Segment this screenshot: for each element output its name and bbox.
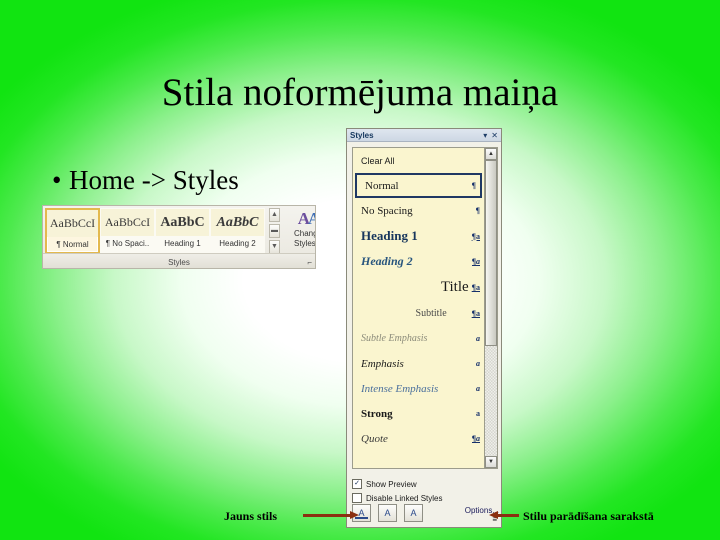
ribbon-group-label: Styles [168, 258, 190, 267]
character-mark-icon: a [476, 359, 480, 368]
style-item-intense-emphasis[interactable]: Intense Emphasis a [353, 376, 484, 401]
scrollbar-track[interactable] [485, 160, 497, 456]
paragraph-mark-icon: ¶ [471, 181, 476, 190]
style-item-heading-1[interactable]: Heading 1 ¶a [353, 223, 484, 249]
style-label: Emphasis [361, 357, 404, 370]
task-pane-options: ✓ Show Preview Disable Linked Styles [352, 477, 498, 505]
style-label: No Spacing [361, 204, 413, 217]
style-item-subtle-emphasis[interactable]: Subtle Emphasis a [353, 326, 484, 351]
annotation-new-style: Jauns stils [224, 509, 278, 523]
style-item-title[interactable]: Title ¶a [353, 274, 484, 301]
linked-style-mark-icon: ¶a [471, 231, 480, 241]
style-item-emphasis[interactable]: Emphasis a [353, 351, 484, 376]
chevron-down-icon[interactable]: ▼ [269, 240, 280, 254]
gallery-scroll-mid-icon[interactable]: ▬ [269, 224, 280, 238]
close-icon[interactable]: ✕ [491, 131, 498, 140]
style-label: Heading 2 [361, 254, 413, 268]
manage-styles-icon: A [410, 508, 417, 518]
page-title: Stila noformējuma maiņa [161, 71, 559, 114]
style-label: Normal [365, 179, 399, 192]
change-styles-icon: AA [297, 209, 315, 228]
style-item-strong[interactable]: Strong a [353, 401, 484, 426]
task-pane-titlebar: Styles ▾ ✕ [347, 129, 501, 142]
style-label: Subtle Emphasis [361, 333, 428, 344]
style-item-clear-all[interactable]: Clear All [353, 148, 484, 173]
chevron-up-icon[interactable]: ▲ [269, 208, 280, 222]
style-inspector-button[interactable]: A [378, 504, 397, 522]
gallery-label-heading-2: Heading 2 [219, 239, 256, 248]
styles-task-pane: Styles ▾ ✕ Clear All Normal ¶ No Spacing… [346, 128, 502, 528]
gallery-item-heading-1[interactable]: AaBbC Heading 1 [155, 208, 210, 254]
gallery-item-no-spacing[interactable]: AaBbCcI ¶ No Spaci.. [100, 208, 155, 254]
annotation-arrow-left-icon [489, 511, 519, 519]
character-mark-icon: a [476, 409, 480, 418]
style-item-subtitle[interactable]: Subtitle ¶a [353, 301, 484, 326]
gallery-scroll-spinner[interactable]: ▲ ▬ ▼ [269, 208, 280, 254]
style-label: Subtitle [415, 308, 447, 319]
character-mark-icon: a [476, 384, 480, 393]
style-label: Intense Emphasis [361, 382, 439, 395]
scrollbar-thumb[interactable] [485, 160, 497, 347]
manage-styles-button[interactable]: A [404, 504, 423, 522]
style-label: Heading 1 [361, 228, 418, 243]
scroll-down-icon[interactable]: ▼ [485, 456, 497, 468]
gallery-preview-no-spacing: AaBbCcI [101, 209, 154, 236]
gallery-preview-heading-1: AaBbC [156, 209, 209, 236]
bullet-list-item: • Home -> Styles [52, 163, 239, 197]
style-item-heading-2[interactable]: Heading 2 ¶a [353, 249, 484, 274]
style-label: Title [440, 279, 469, 295]
linked-style-mark-icon: ¶a [471, 283, 480, 292]
checkbox-label-show-preview: Show Preview [366, 479, 417, 489]
gallery-label-normal: ¶ Normal [56, 240, 89, 249]
gallery-preview-heading-2: AaBbC [211, 209, 264, 236]
linked-style-mark-icon: ¶a [471, 309, 480, 318]
gallery-item-normal[interactable]: AaBbCcI ¶ Normal [45, 208, 100, 254]
change-styles-button[interactable]: AA Change Styles ▾ [286, 209, 316, 255]
checkbox-show-preview[interactable]: ✓ [352, 479, 362, 489]
chevron-down-icon[interactable]: ▾ [483, 131, 487, 140]
styles-list-container: Clear All Normal ¶ No Spacing ¶ Heading … [352, 147, 498, 469]
style-item-no-spacing[interactable]: No Spacing ¶ [353, 198, 484, 223]
scroll-up-icon[interactable]: ▲ [485, 148, 497, 160]
bullet-text: Home -> Styles [69, 165, 239, 195]
change-styles-label-1: Change [293, 229, 315, 238]
character-mark-icon: a [476, 334, 480, 343]
style-label: Strong [361, 407, 393, 420]
linked-style-mark-icon: ¶a [472, 257, 480, 266]
gallery-item-heading-2[interactable]: AaBbC Heading 2 [210, 208, 265, 254]
style-item-normal[interactable]: Normal ¶ [355, 173, 482, 198]
style-label: Quote [361, 432, 388, 445]
checkbox-disable-linked-styles[interactable] [352, 493, 362, 503]
bullet-marker: • [52, 165, 62, 195]
annotation-arrow-right-icon [303, 511, 359, 519]
slide-canvas: Stila noformējuma maiņa • Home -> Styles … [0, 0, 720, 540]
change-styles-label-2: Styles ▾ [293, 239, 316, 248]
gallery-preview-normal: AaBbCcI [47, 210, 98, 237]
styles-gallery: AaBbCcI ¶ Normal AaBbCcI ¶ No Spaci.. Aa… [45, 208, 265, 254]
task-pane-title: Styles [350, 130, 374, 140]
paragraph-mark-icon: ¶ [475, 206, 480, 215]
ribbon-styles-group: AaBbCcI ¶ Normal AaBbCcI ¶ No Spaci.. Aa… [42, 205, 316, 269]
checkbox-label-disable-linked-styles: Disable Linked Styles [366, 493, 443, 503]
linked-style-mark-icon: ¶a [472, 434, 480, 443]
gallery-label-no-spacing: ¶ No Spaci.. [105, 239, 150, 248]
gallery-label-heading-1: Heading 1 [164, 239, 201, 248]
dialog-launcher-icon[interactable]: ⌐ [307, 258, 312, 267]
style-inspector-icon: A [384, 508, 391, 518]
styles-list-scrollbar[interactable]: ▲ ▼ [484, 148, 497, 468]
styles-list: Clear All Normal ¶ No Spacing ¶ Heading … [353, 148, 484, 468]
style-item-quote[interactable]: Quote ¶a [353, 426, 484, 451]
style-label: Clear All [361, 155, 395, 166]
checkbox-row-show-preview[interactable]: ✓ Show Preview [352, 477, 498, 491]
annotation-show-styles-list: Stilu parādīšana sarakstā [523, 509, 654, 523]
